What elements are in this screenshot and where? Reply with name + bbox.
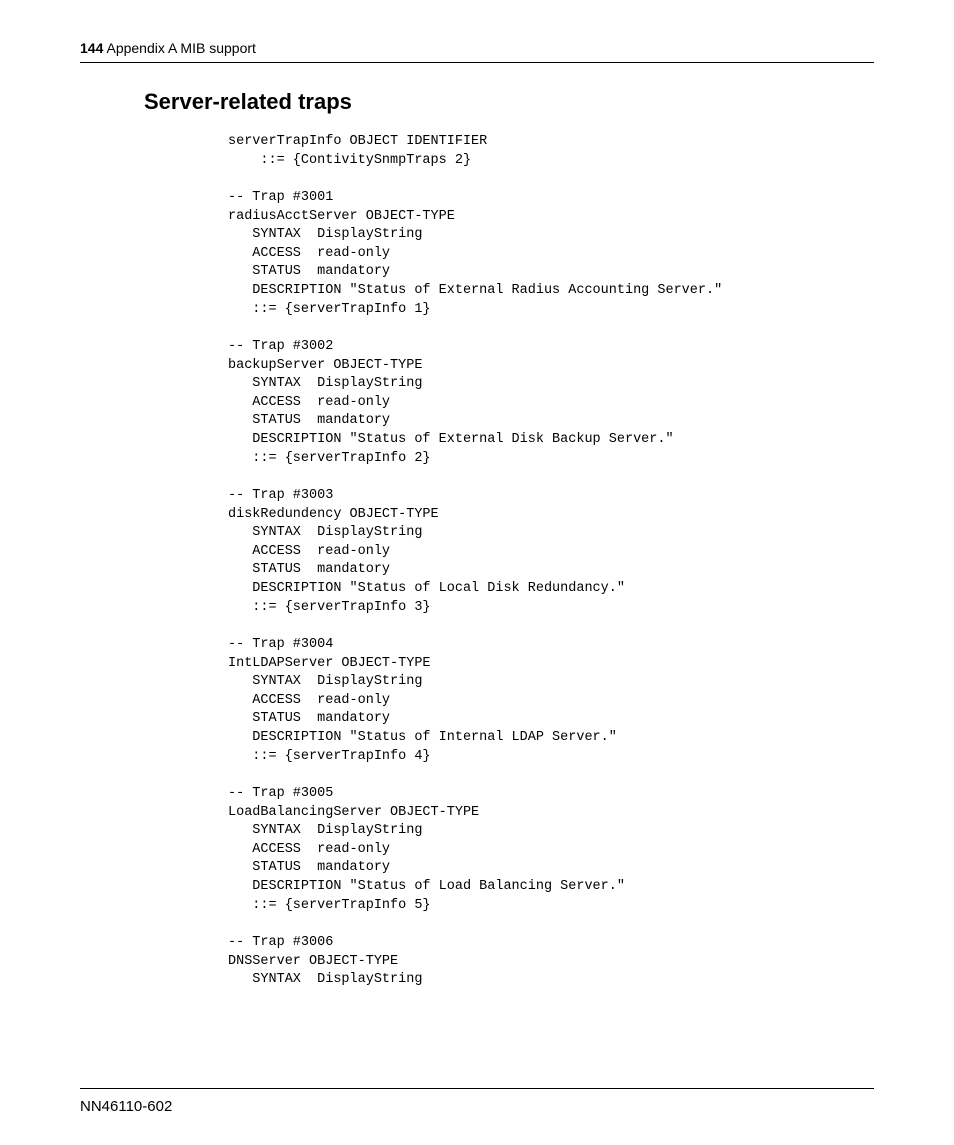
- section-heading: Server-related traps: [144, 89, 874, 115]
- section-title: Appendix A MIB support: [106, 40, 255, 56]
- footer-rule: [80, 1088, 874, 1089]
- footer-docnum: NN46110-602: [80, 1098, 172, 1115]
- page-number: 144: [80, 40, 103, 56]
- page: 144 Appendix A MIB support Server-relate…: [0, 0, 954, 1145]
- code-block: serverTrapInfo OBJECT IDENTIFIER ::= {Co…: [228, 133, 874, 990]
- page-header: 144 Appendix A MIB support: [80, 40, 874, 63]
